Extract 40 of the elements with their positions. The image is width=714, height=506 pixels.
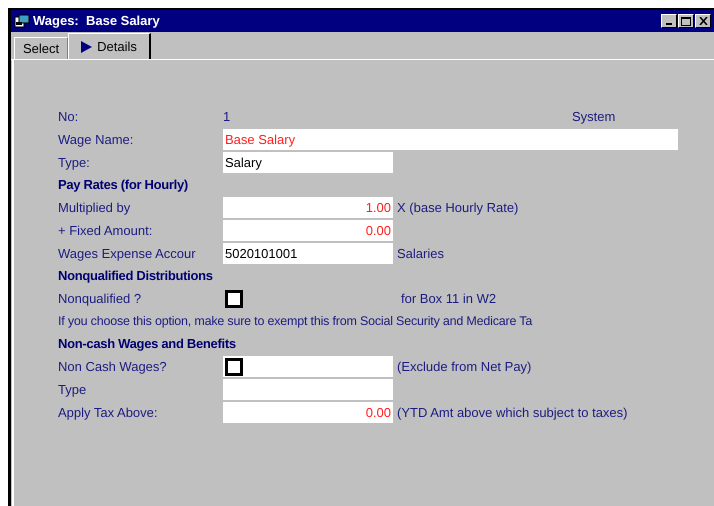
input-field[interactable]: Salary <box>223 152 393 173</box>
hint-text: (YTD Amt above which subject to taxes) <box>397 404 628 422</box>
input-field[interactable] <box>223 379 393 400</box>
field-label: + Fixed Amount: <box>58 222 152 238</box>
input-field[interactable]: 5020101001 <box>223 243 393 264</box>
close-button[interactable] <box>695 14 711 28</box>
maximize-button[interactable] <box>678 14 694 28</box>
app-icon <box>14 14 30 28</box>
minimize-button[interactable] <box>661 14 677 28</box>
input-field[interactable]: 0.00 <box>223 402 393 423</box>
input-field[interactable]: 0.00 <box>223 220 393 241</box>
field-label: No: <box>58 108 78 124</box>
hint-text: (Exclude from Net Pay) <box>397 358 532 376</box>
section-heading: Non-cash Wages and Benefits <box>58 335 236 354</box>
tab[interactable]: Details <box>68 33 151 59</box>
input-field[interactable]: Base Salary <box>223 129 678 150</box>
field-label: Apply Tax Above: <box>58 404 158 420</box>
field-label: Wage Name: <box>58 132 134 147</box>
checkbox[interactable] <box>225 358 243 376</box>
note-text: If you choose this option, make sure to exempt this from Social Security and Medicare Ta <box>58 313 532 330</box>
maximize-icon <box>681 16 691 26</box>
field-label: Wages Expense Accour <box>58 246 196 261</box>
hint-text: X (base Hourly Rate) <box>397 198 518 217</box>
tab[interactable]: Select <box>14 37 68 59</box>
window-title: Wages: Base Salary <box>33 12 160 30</box>
field-label: Multiplied by <box>58 200 130 215</box>
number-value: 1 <box>223 108 232 126</box>
close-icon <box>698 17 708 25</box>
hint-text: for Box 11 in W2 <box>400 290 496 308</box>
section-heading: Nonqualified Distributions <box>58 267 213 286</box>
hint-text: Salaries <box>397 244 444 263</box>
field-label: Type <box>58 382 86 397</box>
field-label: Type: <box>58 154 90 170</box>
input-field[interactable]: 1.00 <box>223 197 393 218</box>
field-label: Non Cash Wages? <box>58 358 167 374</box>
hint-text: System <box>572 108 616 126</box>
checkbox[interactable] <box>225 290 243 308</box>
play-icon <box>81 40 92 52</box>
field-label: Nonqualified ? <box>58 290 142 306</box>
section-heading: Pay Rates (for Hourly) <box>58 176 188 194</box>
